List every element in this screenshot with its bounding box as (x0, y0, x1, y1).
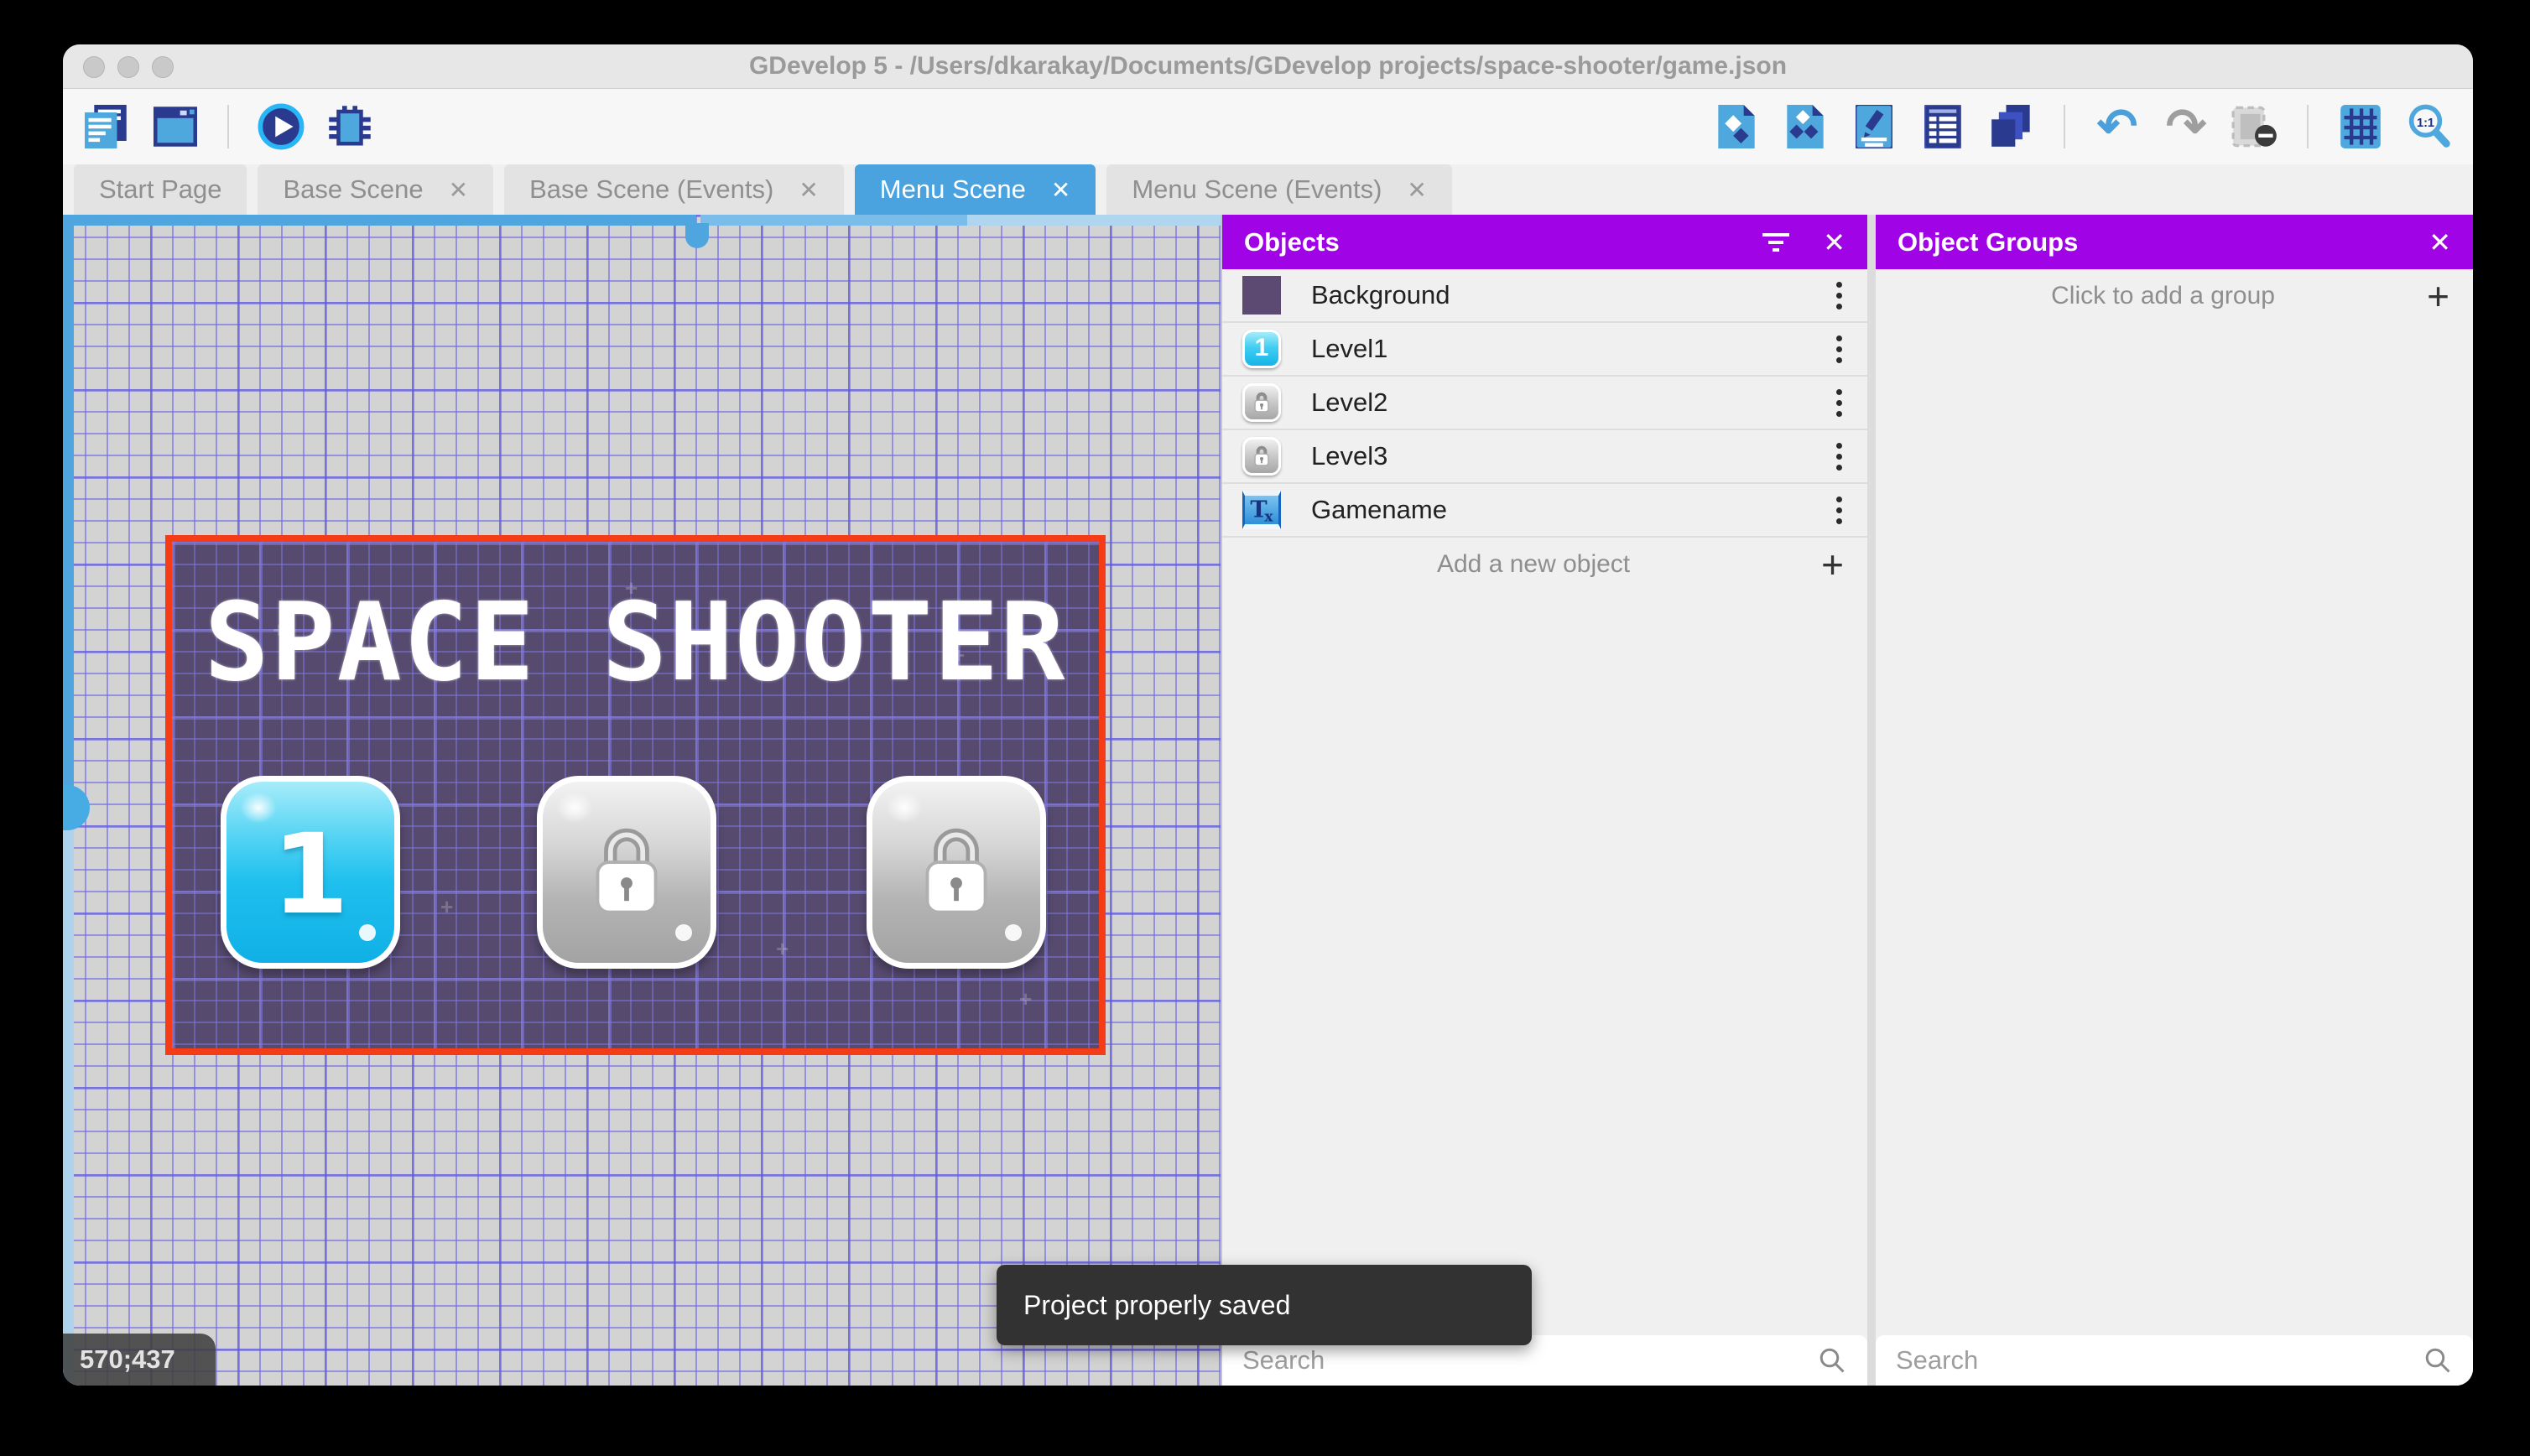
tab-close-icon[interactable]: ✕ (449, 176, 468, 204)
object-row-level2[interactable]: Level2 (1222, 377, 1867, 430)
minimize-window-button[interactable] (117, 56, 139, 78)
toolbar: ↶ ↷ 1:1 (63, 89, 2473, 164)
sparkle: + (440, 894, 454, 919)
kebab-menu-icon[interactable] (1831, 277, 1847, 315)
tab-close-icon[interactable]: ✕ (1407, 176, 1426, 204)
close-window-button[interactable] (83, 56, 105, 78)
objects-panel-close-icon[interactable]: ✕ (1823, 226, 1845, 258)
vertical-scrollbar-thumb[interactable] (63, 785, 90, 830)
debug-icon[interactable] (326, 103, 373, 150)
main-content: SPACE SHOOTER + + + + + + 1 570;437 Obje… (63, 215, 2473, 1386)
sparkle: + (625, 575, 638, 601)
level3-button-instance[interactable] (867, 776, 1046, 969)
tab-menu-scene-events[interactable]: Menu Scene (Events) ✕ (1106, 164, 1452, 215)
panel-divider[interactable] (1867, 215, 1876, 1386)
sparkle: + (273, 617, 286, 642)
undo-icon[interactable]: ↶ (2094, 102, 2141, 151)
gdevelop-window: GDevelop 5 - /Users/dkarakay/Documents/G… (63, 44, 2473, 1386)
lock-icon (925, 828, 987, 914)
tab-menu-scene[interactable]: Menu Scene ✕ (854, 164, 1096, 215)
tab-bar: Start Page Base Scene ✕ Base Scene (Even… (63, 164, 2473, 215)
add-new-object-button[interactable]: Add a new object + (1222, 538, 1867, 591)
toolbar-right: ↶ ↷ 1:1 (1713, 102, 2453, 151)
kebab-menu-icon[interactable] (1831, 491, 1847, 529)
lock-icon (1254, 445, 1269, 466)
plus-icon: + (1821, 543, 1844, 586)
layers-panel-icon[interactable] (1988, 103, 2035, 150)
plus-icon: + (2427, 274, 2449, 318)
add-group-button[interactable]: Click to add a group + (1876, 269, 2473, 323)
object-row-level1[interactable]: 1 Level1 (1222, 323, 1867, 377)
instances-list-icon[interactable] (1919, 103, 1966, 150)
object-row-level3[interactable]: Level3 (1222, 430, 1867, 484)
level1-thumbnail: 1 (1242, 330, 1281, 368)
background-thumbnail (1242, 276, 1281, 315)
lock-icon (596, 828, 658, 914)
objects-panel-header: Objects ✕ (1222, 215, 1867, 269)
object-row-background[interactable]: Background (1222, 269, 1867, 323)
toolbar-separator (2307, 105, 2309, 148)
horizontal-scrollbar[interactable] (63, 215, 1221, 226)
zoom-label: 1:1 (2417, 117, 2434, 130)
project-manager-icon[interactable] (83, 103, 130, 150)
toggle-mask-icon[interactable] (2231, 103, 2278, 150)
text-object-thumbnail: T x (1242, 491, 1281, 529)
object-row-gamename[interactable]: T x Gamename (1222, 484, 1867, 538)
cursor-coordinates: 570;437 (63, 1334, 216, 1386)
tab-close-icon[interactable]: ✕ (799, 176, 818, 204)
svg-text:x: x (1264, 509, 1273, 524)
search-icon (2425, 1348, 2450, 1373)
grid-icon[interactable] (2337, 103, 2384, 150)
object-groups-panel-icon[interactable] (1782, 103, 1829, 150)
object-groups-panel: Object Groups ✕ Click to add a group + (1876, 215, 2473, 1386)
play-preview-icon[interactable] (258, 103, 305, 150)
tab-base-scene[interactable]: Base Scene ✕ (258, 164, 494, 215)
lock-icon (1254, 392, 1269, 413)
window-title: GDevelop 5 - /Users/dkarakay/Documents/G… (748, 52, 1788, 80)
traffic-lights (83, 56, 174, 78)
zoom-original-icon[interactable]: 1:1 (2406, 103, 2453, 150)
objects-panel-empty-area (1222, 591, 1867, 1335)
objects-panel-icon[interactable] (1713, 103, 1760, 150)
toolbar-separator (227, 105, 229, 148)
level2-button-instance[interactable] (537, 776, 716, 969)
object-groups-search-input[interactable] (1896, 1345, 2423, 1375)
scene-canvas[interactable]: SPACE SHOOTER + + + + + + 1 570;437 (63, 215, 1221, 1386)
kebab-menu-icon[interactable] (1831, 384, 1847, 422)
redo-icon[interactable]: ↷ (2163, 102, 2210, 151)
tab-base-scene-events[interactable]: Base Scene (Events) ✕ (504, 164, 844, 215)
sparkle: + (952, 642, 966, 668)
object-groups-panel-header: Object Groups ✕ (1876, 215, 2473, 269)
selected-scene-background[interactable]: SPACE SHOOTER + + + + + + 1 (165, 535, 1106, 1055)
object-groups-search-bar (1876, 1335, 2473, 1386)
object-groups-panel-close-icon[interactable]: ✕ (2428, 226, 2451, 258)
sparkle: + (1019, 986, 1033, 1011)
kebab-menu-icon[interactable] (1831, 438, 1847, 476)
sparkle: + (776, 936, 789, 961)
save-toast: Project properly saved (997, 1265, 1532, 1345)
level3-thumbnail (1242, 437, 1281, 476)
kebab-menu-icon[interactable] (1831, 330, 1847, 368)
properties-panel-icon[interactable] (1851, 103, 1898, 150)
toolbar-separator (2064, 105, 2065, 148)
toolbar-left (83, 103, 373, 150)
object-groups-empty-area (1876, 323, 2473, 1335)
objects-panel-title: Objects (1244, 226, 1340, 257)
horizontal-scrollbar-thumb[interactable] (685, 223, 709, 248)
search-icon (1819, 1348, 1845, 1373)
tab-start-page[interactable]: Start Page (74, 164, 247, 215)
filter-icon[interactable] (1761, 230, 1791, 255)
titlebar: GDevelop 5 - /Users/dkarakay/Documents/G… (63, 44, 2473, 89)
tab-close-icon[interactable]: ✕ (1051, 176, 1070, 204)
object-groups-panel-title: Object Groups (1898, 226, 2079, 257)
scene-editor-icon[interactable] (152, 103, 199, 150)
level2-thumbnail (1242, 383, 1281, 422)
maximize-window-button[interactable] (152, 56, 174, 78)
objects-panel: Objects ✕ Background 1 Level1 Level2 Lev… (1221, 215, 1867, 1386)
level1-button-instance[interactable]: 1 (221, 776, 400, 969)
objects-search-input[interactable] (1242, 1345, 1817, 1375)
